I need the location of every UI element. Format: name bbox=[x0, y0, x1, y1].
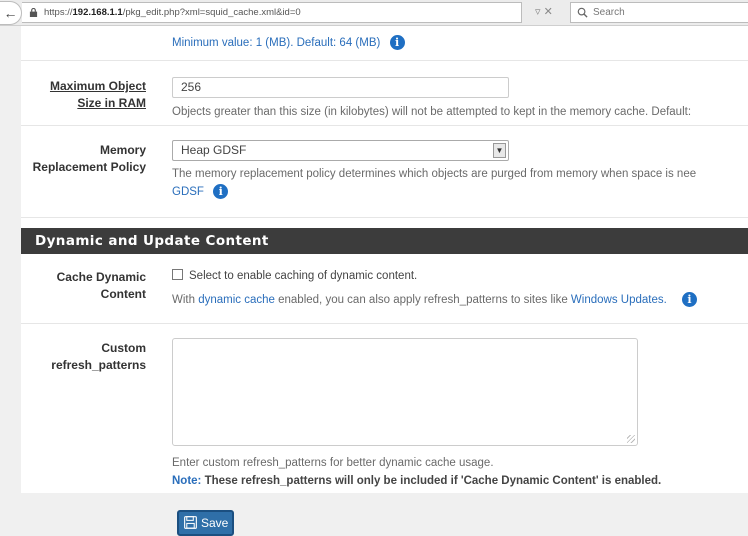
memory-cache-size-row: Minimum value: 1 (MB). Default: 64 (MB) … bbox=[21, 26, 748, 61]
url-actions[interactable]: ▿ ✕ bbox=[535, 2, 565, 23]
refresh-patterns-note: Note: These refresh_patterns will only b… bbox=[172, 472, 661, 490]
cache-dynamic-checkbox-row: Select to enable caching of dynamic cont… bbox=[172, 267, 697, 285]
note-label: Note: bbox=[172, 475, 202, 487]
cache-dynamic-checkbox-label: Select to enable caching of dynamic cont… bbox=[189, 270, 418, 282]
memory-policy-help: The memory replacement policy determines… bbox=[172, 168, 697, 180]
max-object-size-input[interactable]: 256 bbox=[172, 77, 509, 98]
memory-policy-select[interactable]: Heap GDSF ▼ bbox=[172, 140, 509, 161]
cache-dynamic-help-prefix: With bbox=[172, 294, 195, 306]
info-icon[interactable]: i bbox=[682, 292, 697, 308]
max-object-size-label-line2: Size in RAM bbox=[77, 96, 146, 110]
cache-dynamic-label-line1: Cache Dynamic bbox=[56, 270, 146, 284]
search-placeholder: Search bbox=[593, 7, 625, 18]
cache-dynamic-label-line2: Content bbox=[100, 287, 146, 301]
info-icon[interactable]: i bbox=[389, 35, 405, 51]
note-text: These refresh_patterns will only be incl… bbox=[204, 475, 662, 487]
refresh-patterns-help: Enter custom refresh_patterns for better… bbox=[172, 457, 494, 469]
refresh-patterns-field: Enter custom refresh_patterns for better… bbox=[172, 338, 661, 490]
max-object-size-row: Maximum Object Size in RAM 256 Objects g… bbox=[21, 61, 748, 126]
address-bar[interactable]: https://192.168.1.1/pkg_edit.php?xml=squ… bbox=[22, 2, 522, 23]
dynamic-cache-link[interactable]: dynamic cache bbox=[198, 294, 275, 306]
refresh-patterns-label: Custom refresh_patterns bbox=[51, 340, 146, 374]
memory-policy-field: Heap GDSF ▼ The memory replacement polic… bbox=[172, 140, 696, 201]
windows-updates-link[interactable]: Windows Updates. bbox=[571, 294, 667, 306]
refresh-patterns-row: Custom refresh_patterns Enter custom ref… bbox=[21, 324, 748, 493]
memory-policy-default: GDSF i bbox=[172, 183, 696, 201]
cache-dynamic-label: Cache Dynamic Content bbox=[57, 269, 146, 303]
url-scheme: https:// bbox=[44, 7, 73, 18]
refresh-patterns-label-line2: refresh_patterns bbox=[51, 358, 146, 372]
save-button-label: Save bbox=[201, 516, 229, 530]
memory-cache-help: Minimum value: 1 (MB). Default: 64 (MB) … bbox=[172, 34, 405, 52]
memory-policy-default-link[interactable]: GDSF bbox=[172, 186, 204, 198]
section-header: Dynamic and Update Content bbox=[21, 228, 748, 254]
max-object-size-label: Maximum Object Size in RAM bbox=[50, 78, 146, 112]
max-object-size-label-line1: Maximum Object bbox=[49, 79, 146, 93]
memory-policy-label-line2: Replacement Policy bbox=[32, 160, 146, 174]
memory-policy-row: Memory Replacement Policy Heap GDSF ▼ Th… bbox=[21, 126, 748, 218]
cache-dynamic-help: With dynamic cache enabled, you can also… bbox=[172, 291, 697, 309]
browser-toolbar: ← https://192.168.1.1/pkg_edit.php?xml=s… bbox=[0, 0, 748, 26]
url-path: /pkg_edit.php?xml=squid_cache.xml&id=0 bbox=[122, 7, 301, 18]
info-icon[interactable]: i bbox=[213, 184, 229, 200]
url-host: 192.168.1.1 bbox=[72, 7, 123, 18]
cache-dynamic-help-middle: enabled, you can also apply refresh_patt… bbox=[278, 294, 568, 306]
search-input[interactable]: Search bbox=[570, 2, 748, 23]
refresh-patterns-label-line1: Custom bbox=[101, 341, 146, 355]
refresh-patterns-textarea[interactable] bbox=[172, 338, 638, 446]
memory-policy-selected: Heap GDSF bbox=[181, 143, 247, 157]
chevron-down-icon[interactable]: ▼ bbox=[493, 143, 506, 158]
cache-dynamic-field: Select to enable caching of dynamic cont… bbox=[172, 267, 697, 309]
memory-policy-label: Memory Replacement Policy bbox=[33, 142, 146, 176]
memory-policy-label-line1: Memory bbox=[99, 143, 146, 157]
max-object-size-help: Objects greater than this size (in kilob… bbox=[172, 106, 692, 118]
search-icon bbox=[577, 7, 588, 18]
floppy-disk-icon bbox=[184, 516, 197, 529]
lock-icon bbox=[29, 8, 38, 17]
max-object-size-field: 256 Objects greater than this size (in k… bbox=[172, 77, 691, 121]
cache-dynamic-checkbox[interactable] bbox=[172, 269, 183, 280]
cache-dynamic-row: Cache Dynamic Content Select to enable c… bbox=[21, 254, 748, 324]
save-button[interactable]: Save bbox=[177, 510, 234, 536]
resize-grip-icon[interactable] bbox=[627, 435, 635, 443]
back-arrow-icon[interactable]: ← bbox=[0, 1, 22, 25]
settings-panel: Minimum value: 1 (MB). Default: 64 (MB) … bbox=[21, 26, 748, 493]
memory-cache-help-text: Minimum value: 1 (MB). Default: 64 (MB) bbox=[172, 37, 381, 49]
